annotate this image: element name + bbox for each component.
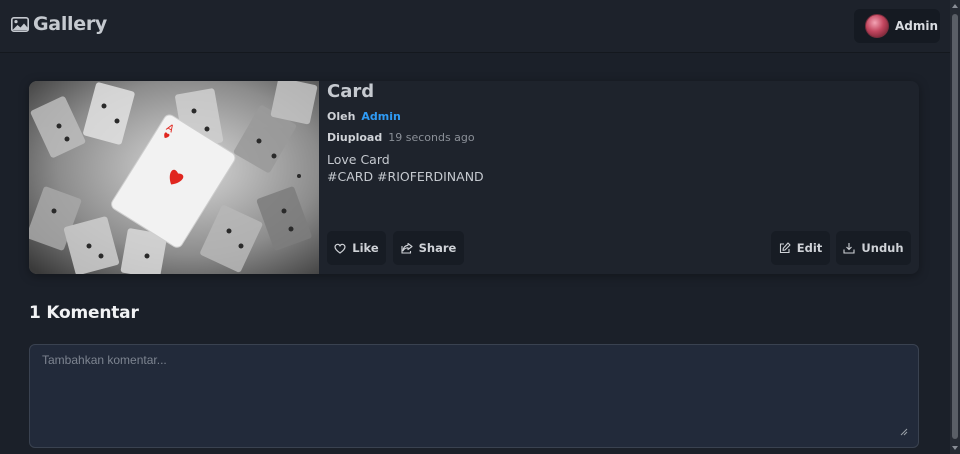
post-image: A: [29, 81, 319, 274]
edit-icon: [779, 242, 791, 254]
user-name: Admin: [895, 19, 939, 33]
post-title: Card: [327, 81, 375, 102]
scroll-thumb[interactable]: [952, 14, 958, 439]
image-icon: [11, 16, 29, 32]
scroll-down-arrow-icon[interactable]: [952, 446, 958, 450]
resize-grip-icon[interactable]: [900, 428, 908, 436]
brand-label: Gallery: [33, 13, 107, 35]
uploaded-label: Diupload: [327, 131, 383, 144]
uploaded-time: 19 seconds ago: [388, 131, 475, 144]
download-label: Unduh: [861, 241, 904, 255]
playing-card-image: A: [29, 81, 319, 274]
brand-link[interactable]: Gallery: [11, 13, 107, 35]
author-row: Oleh Admin: [327, 110, 401, 123]
like-label: Like: [352, 241, 379, 255]
comment-input[interactable]: [29, 344, 919, 448]
post-description: Love Card: [327, 152, 390, 167]
download-icon: [843, 243, 855, 254]
share-label: Share: [418, 241, 457, 255]
upload-row: Diupload 19 seconds ago: [327, 131, 475, 144]
share-icon: [401, 242, 413, 254]
top-navbar: Gallery Admin: [0, 0, 950, 52]
share-button[interactable]: Share: [393, 231, 464, 265]
avatar: [865, 14, 889, 38]
like-button[interactable]: Like: [327, 231, 386, 265]
heart-icon: [334, 243, 346, 254]
scroll-up-arrow-icon[interactable]: [952, 4, 958, 8]
user-menu-button[interactable]: Admin: [854, 9, 940, 43]
comments-title: 1 Komentar: [29, 303, 139, 323]
page-scrollbar[interactable]: [950, 0, 960, 454]
post-tags: #CARD #RIOFERDINAND: [327, 169, 484, 184]
by-label: Oleh: [327, 110, 356, 123]
edit-label: Edit: [796, 241, 823, 255]
download-button[interactable]: Unduh: [836, 231, 911, 265]
edit-button[interactable]: Edit: [771, 231, 830, 265]
post-card: A Card Oleh Admin Diupload 19 seconds ago …: [29, 81, 919, 274]
author-link[interactable]: Admin: [361, 110, 400, 123]
post-description-block: Love Card #CARD #RIOFERDINAND: [327, 151, 484, 185]
